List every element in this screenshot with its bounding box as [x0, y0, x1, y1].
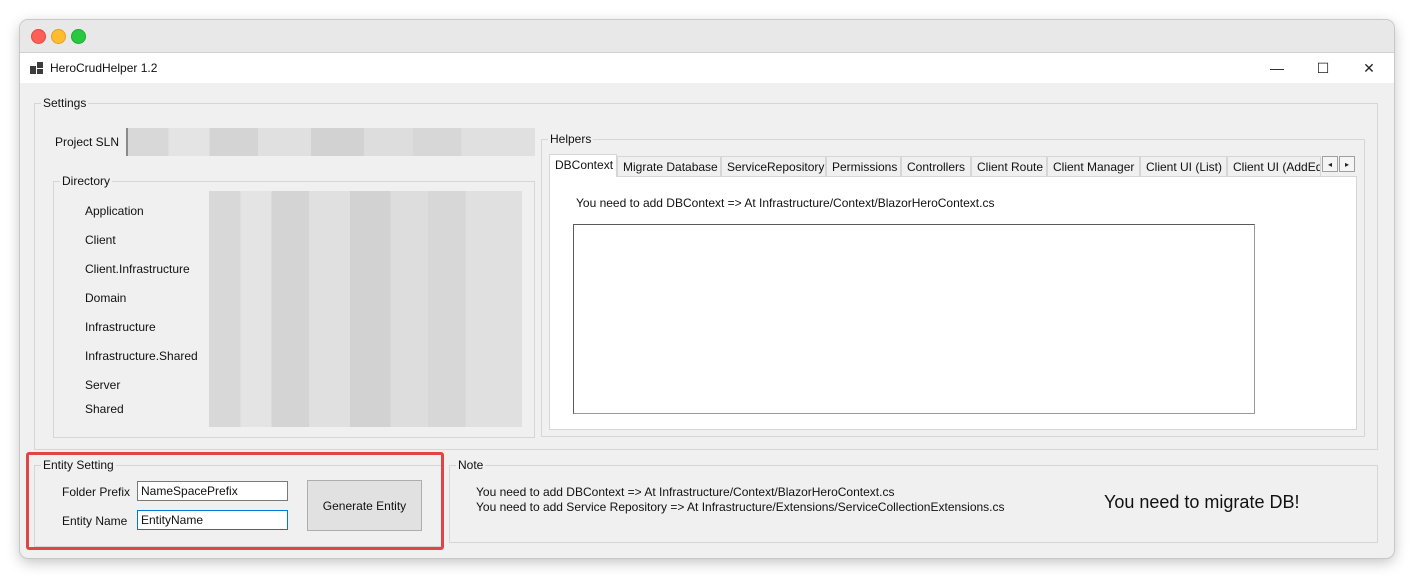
project-sln-label: Project SLN — [55, 135, 120, 149]
note-line-service-repository: You need to add Service Repository => At… — [476, 500, 1005, 514]
migrate-db-message: You need to migrate DB! — [1104, 492, 1300, 512]
tab-client-route[interactable]: Client Route — [971, 156, 1047, 176]
directory-label-infrastructure-shared: Infrastructure.Shared — [85, 349, 198, 363]
directory-group-label: Directory — [60, 174, 113, 188]
tab-controllers[interactable]: Controllers — [901, 156, 971, 176]
app-icon — [30, 61, 44, 75]
directory-paths-field[interactable] — [209, 191, 522, 427]
entity-setting-highlight — [26, 452, 444, 550]
window-title-bar: HeroCrudHelper 1.2 — ☐ ✕ — [20, 53, 1394, 83]
close-button[interactable]: ✕ — [1346, 53, 1392, 83]
maximize-button[interactable]: ☐ — [1300, 53, 1346, 83]
directory-label-infrastructure: Infrastructure — [85, 320, 156, 334]
tab-scroll-right-button[interactable]: ▸ — [1339, 156, 1355, 172]
project-sln-field[interactable] — [126, 128, 535, 156]
directory-label-server: Server — [85, 378, 121, 392]
tab-dbcontext[interactable]: DBContext — [549, 154, 617, 177]
settings-group-label: Settings — [41, 96, 89, 110]
directory-label-shared: Shared — [85, 402, 124, 416]
tab-permissions[interactable]: Permissions — [826, 156, 901, 176]
tab-service-repository[interactable]: ServiceRepository — [721, 156, 826, 176]
minimize-icon: — — [1270, 60, 1284, 76]
window-title: HeroCrudHelper 1.2 — [50, 61, 158, 75]
tab-scroll-left-button[interactable]: ◂ — [1322, 156, 1338, 172]
directory-label-application: Application — [85, 204, 144, 218]
dbcontext-instruction: You need to add DBContext => At Infrastr… — [576, 196, 995, 210]
zoom-traffic-light[interactable] — [71, 29, 86, 44]
minimize-traffic-light[interactable] — [51, 29, 66, 44]
tab-client-ui-addedit[interactable]: Client UI (AddEd — [1227, 156, 1321, 176]
minimize-button[interactable]: — — [1254, 53, 1300, 83]
note-group-label: Note — [456, 458, 486, 472]
tab-client-manager[interactable]: Client Manager — [1047, 156, 1140, 176]
mac-title-bar — [20, 20, 1394, 53]
close-traffic-light[interactable] — [31, 29, 46, 44]
close-icon: ✕ — [1363, 59, 1375, 76]
tab-migrate-database[interactable]: Migrate Database — [617, 156, 721, 176]
helpers-group-label: Helpers — [548, 132, 594, 146]
dbcontext-code-textbox[interactable] — [573, 224, 1255, 414]
tab-client-ui-list[interactable]: Client UI (List) — [1140, 156, 1227, 176]
maximize-icon: ☐ — [1316, 59, 1330, 76]
chevron-left-icon: ◂ — [1327, 159, 1332, 169]
directory-label-domain: Domain — [85, 291, 127, 305]
note-line-dbcontext: You need to add DBContext => At Infrastr… — [476, 485, 895, 499]
directory-label-client: Client — [85, 233, 116, 247]
chevron-right-icon: ▸ — [1344, 159, 1349, 169]
directory-label-client-infrastructure: Client.Infrastructure — [85, 262, 190, 276]
